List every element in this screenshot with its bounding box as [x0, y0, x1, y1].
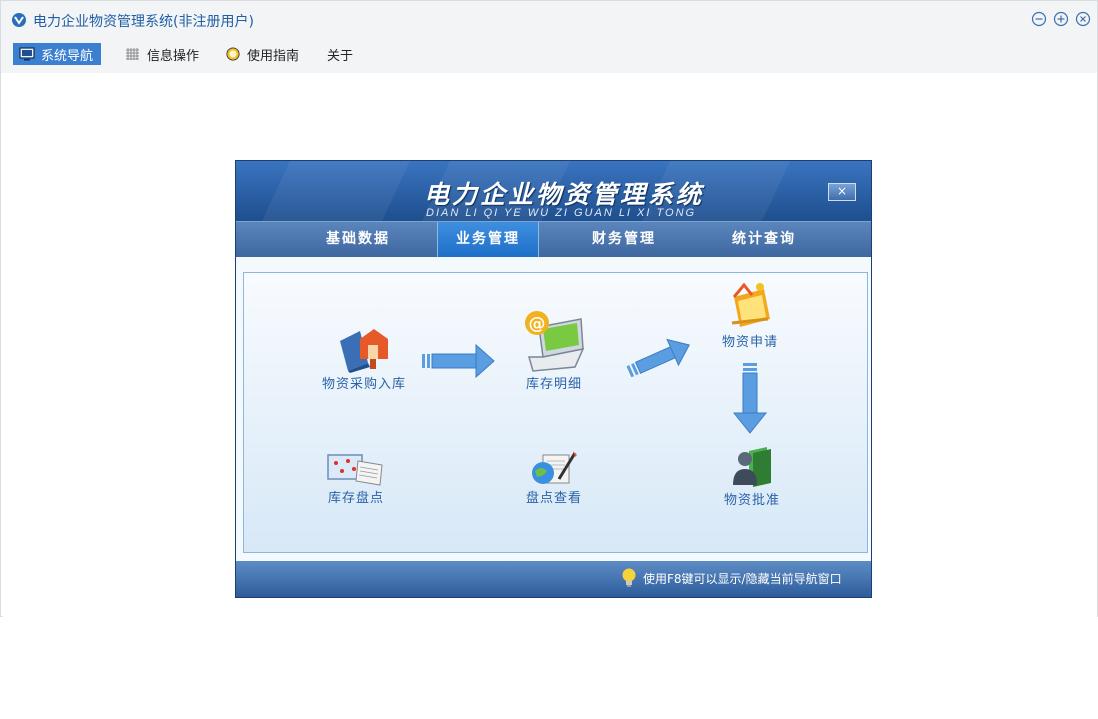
nav-close-button[interactable]: × — [828, 183, 856, 201]
menu-info-ops[interactable]: 信息操作 — [119, 43, 207, 65]
flow-arrow-down — [732, 363, 768, 434]
minimize-icon[interactable] — [1031, 11, 1047, 27]
tab-business-mgmt[interactable]: 业务管理 — [437, 222, 539, 257]
nav-footer: 使用F8键可以显示/隐藏当前导航窗口 — [236, 561, 871, 597]
nav-tab-bar: 基础数据 业务管理 财务管理 统计查询 — [236, 221, 871, 257]
menu-bar: 系统导航 信息操作 使用指南 关于 — [1, 39, 1097, 73]
window-title: 电力企业物资管理系统(非注册用户) — [33, 14, 254, 30]
function-label: 物资批准 — [723, 493, 780, 508]
function-label: 库存盘点 — [327, 491, 384, 506]
lightbulb-icon — [622, 568, 636, 587]
function-material-apply[interactable]: 物资申请 — [700, 279, 800, 350]
monitor-icon — [19, 47, 35, 61]
menu-user-guide[interactable]: 使用指南 — [219, 43, 307, 65]
flow-arrow-right — [422, 343, 495, 379]
navigation-window: 电力企业物资管理系统 DIAN LI QI YE WU ZI GUAN LI X… — [235, 160, 872, 598]
footer-tip: 使用F8键可以显示/隐藏当前导航窗口 — [643, 572, 842, 586]
apply-folder-icon — [731, 282, 770, 327]
book-house-icon — [340, 329, 388, 373]
menu-system-nav[interactable]: 系统导航 — [13, 43, 102, 65]
function-label: 物资申请 — [721, 335, 778, 350]
menu-label: 使用指南 — [247, 48, 300, 64]
close-icon[interactable] — [1075, 11, 1091, 27]
maximize-icon[interactable] — [1053, 11, 1069, 27]
function-label: 物资采购入库 — [321, 377, 406, 392]
function-panel: 物资采购入库 @ 库存明细 物资申请 库存盘点 盘点查看 物资批准 — [243, 272, 868, 553]
menu-label: 信息操作 — [147, 48, 200, 64]
function-purchase-stockin[interactable]: 物资采购入库 — [304, 323, 424, 392]
app-logo-icon — [12, 13, 26, 27]
function-stocktake-view[interactable]: 盘点查看 — [506, 449, 602, 506]
guide-icon — [226, 47, 240, 61]
tab-finance-mgmt[interactable]: 财务管理 — [564, 222, 684, 257]
tab-basic-data[interactable]: 基础数据 — [298, 222, 418, 257]
title-bar: 电力企业物资管理系统(非注册用户) — [1, 1, 1097, 39]
nav-header: 电力企业物资管理系统 DIAN LI QI YE WU ZI GUAN LI X… — [236, 161, 871, 221]
user-book-icon — [733, 447, 771, 487]
function-material-approve[interactable]: 物资批准 — [702, 445, 802, 508]
laptop-email-icon: @ — [525, 311, 585, 372]
tab-statistics[interactable]: 统计查询 — [704, 222, 824, 257]
nav-subtitle: DIAN LI QI YE WU ZI GUAN LI XI TONG — [426, 207, 697, 219]
header-decoration — [262, 161, 410, 221]
flow-arrow-up-right — [626, 338, 690, 378]
globe-document-icon — [532, 451, 577, 484]
grid-icon — [126, 48, 139, 60]
menu-about[interactable]: 关于 — [321, 43, 361, 65]
svg-text:@: @ — [529, 314, 546, 334]
menu-label: 关于 — [327, 48, 354, 64]
function-inventory-detail[interactable]: @ 库存明细 — [502, 309, 606, 392]
nav-title: 电力企业物资管理系统 — [424, 180, 705, 209]
function-label: 库存明细 — [525, 377, 582, 392]
function-stocktake[interactable]: 库存盘点 — [306, 451, 406, 506]
menu-label: 系统导航 — [41, 48, 94, 64]
nav-body: 物资采购入库 @ 库存明细 物资申请 库存盘点 盘点查看 物资批准 — [236, 257, 871, 561]
map-document-icon — [327, 454, 383, 486]
function-label: 盘点查看 — [525, 491, 582, 506]
